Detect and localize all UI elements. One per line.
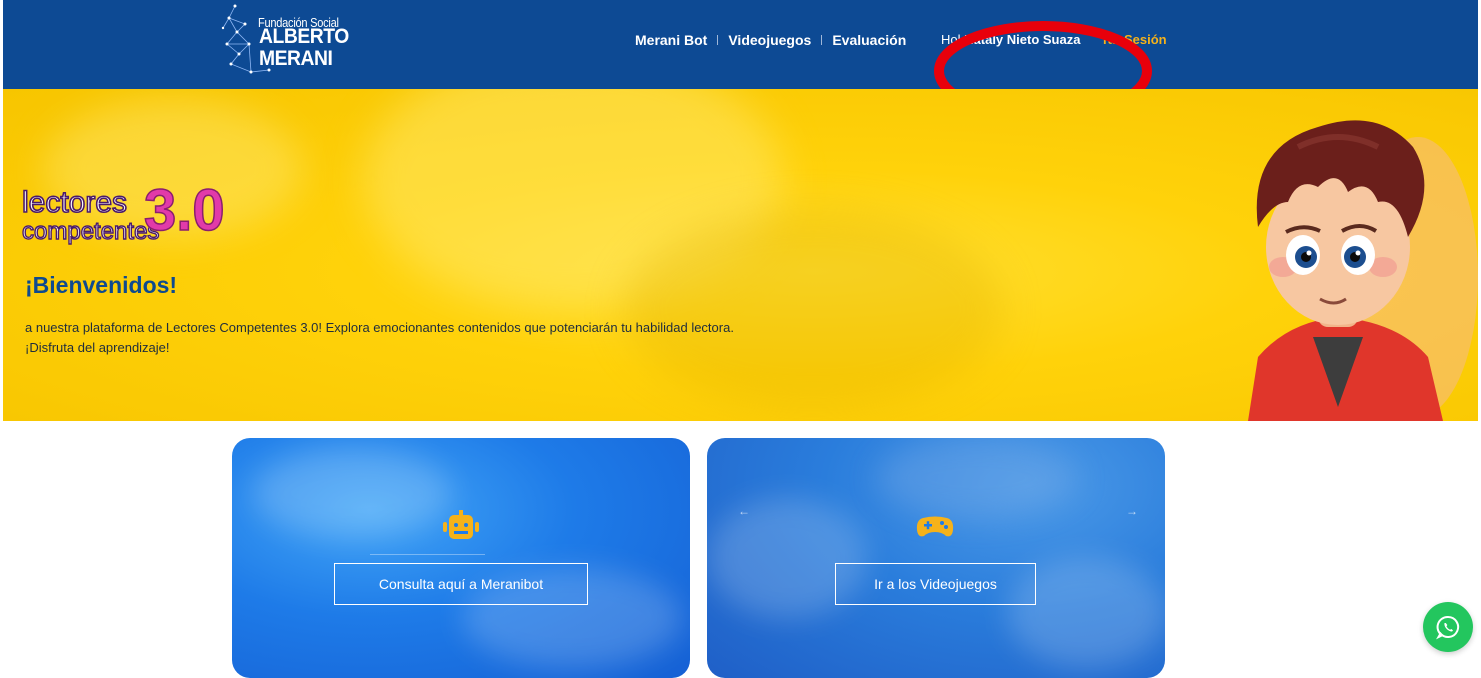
logo-line2: competentes xyxy=(22,218,159,245)
user-name: Nataly Nieto Suaza xyxy=(964,32,1081,47)
robot-icon xyxy=(443,510,479,539)
meranibot-button[interactable]: Consulta aquí a Meranibot xyxy=(334,563,588,605)
gamepad-icon xyxy=(916,516,954,537)
boy-character-illustration xyxy=(1248,120,1478,421)
logo-title: ALBERTO MERANI xyxy=(259,25,349,70)
site-header: Fundación Social ALBERTO MERANI Merani B… xyxy=(3,0,1478,89)
carousel-next-arrow[interactable]: → xyxy=(1126,504,1138,518)
hero-title: ¡Bienvenidos! xyxy=(25,272,178,298)
nav-videojuegos[interactable]: Videojuegos xyxy=(728,32,811,48)
logout-link[interactable]: rar Sesión xyxy=(1103,32,1167,47)
greeting-prefix: Hol xyxy=(941,32,961,47)
lectores-competentes-logo: lectores competentes 3.0 xyxy=(22,177,225,245)
nav-divider xyxy=(717,35,719,45)
main-nav: Merani Bot Videojuegos Evaluación xyxy=(635,30,906,50)
carousel-prev-arrow[interactable]: ← xyxy=(738,504,750,518)
nav-merani-bot[interactable]: Merani Bot xyxy=(635,32,707,48)
videojuegos-card: ← → Ir a los Videojuegos xyxy=(707,438,1165,678)
nav-evaluacion[interactable]: Evaluación xyxy=(832,32,906,48)
hero-banner: lectores competentes 3.0 ¡Bienvenidos! a… xyxy=(3,89,1478,421)
whatsapp-icon xyxy=(1436,615,1460,640)
logo-line1: lectores xyxy=(22,186,127,219)
card-divider xyxy=(370,554,485,555)
hero-description: a nuestra plataforma de Lectores Compete… xyxy=(25,320,734,355)
user-greeting: Hol Nataly Nieto Suaza xyxy=(941,32,1080,47)
site-logo[interactable]: Fundación Social ALBERTO MERANI xyxy=(221,4,421,76)
whatsapp-button[interactable] xyxy=(1423,602,1473,652)
nav-divider xyxy=(821,35,823,45)
logo-version: 3.0 xyxy=(144,178,225,243)
videojuegos-button[interactable]: Ir a los Videojuegos xyxy=(835,563,1036,605)
meranibot-card: Consulta aquí a Meranibot xyxy=(232,438,690,678)
